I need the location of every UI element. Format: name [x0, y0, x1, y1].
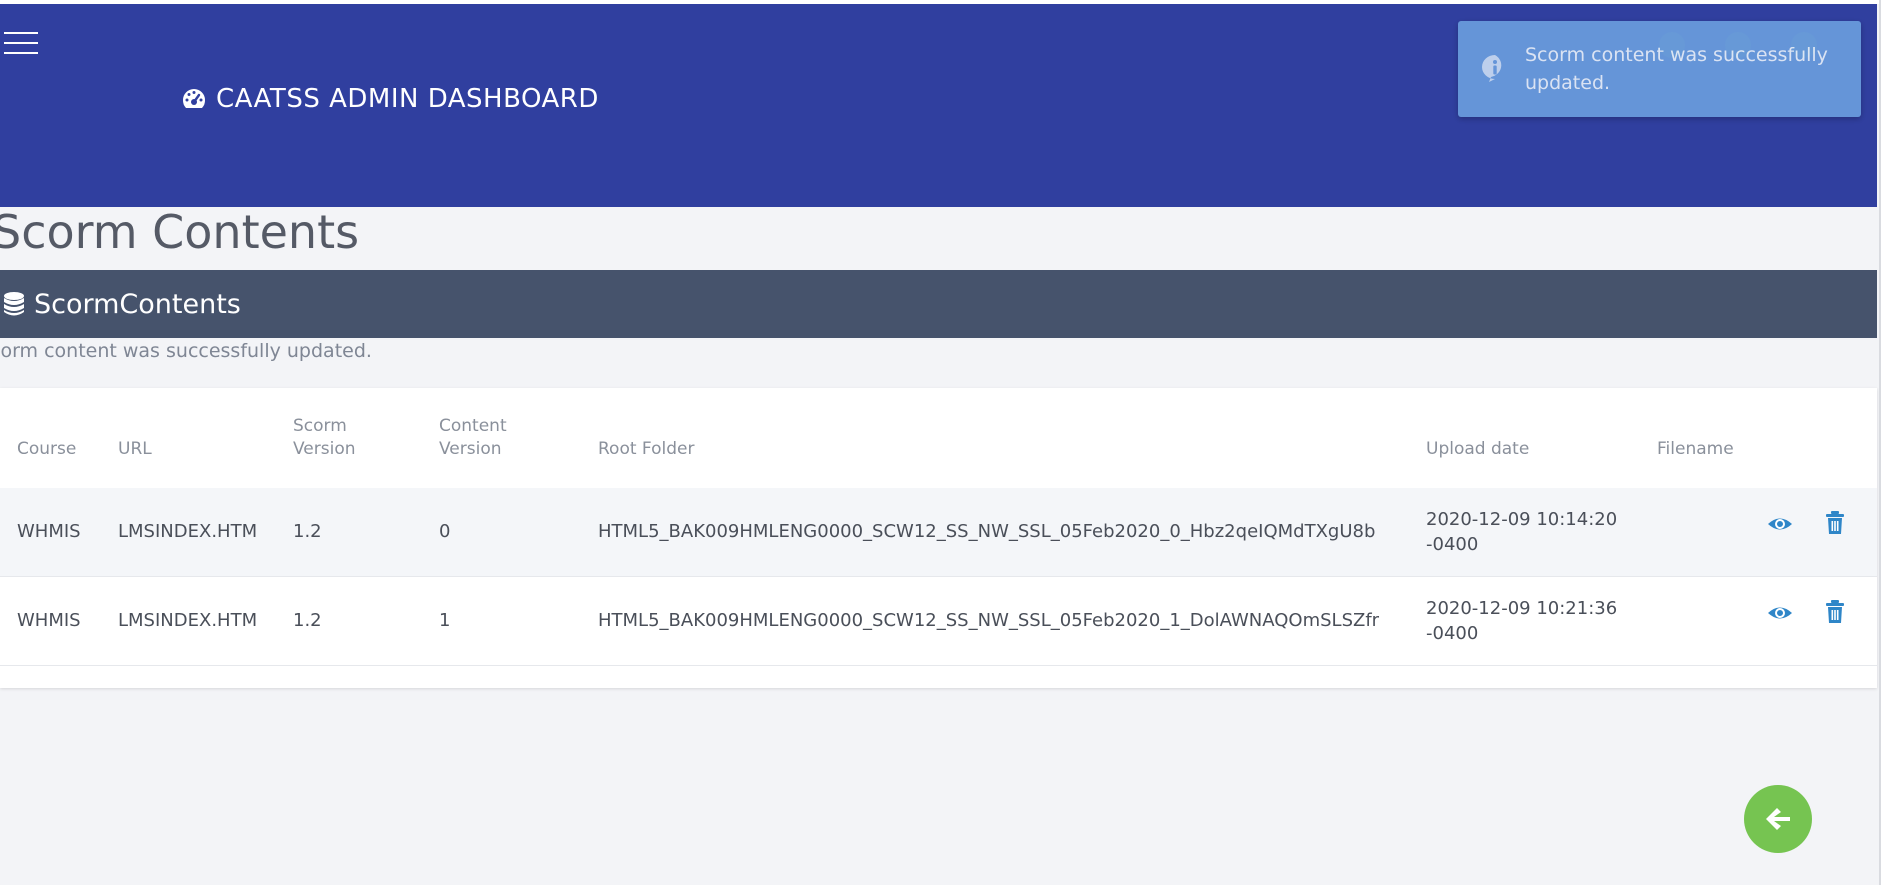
column-header-content-version-line2: Version: [439, 439, 502, 459]
table-header: Course URL Scorm Version Content Version…: [0, 388, 1877, 489]
toast-notification[interactable]: Scorm content was successfully updated.: [1458, 21, 1861, 117]
section-header: ScormContents: [0, 270, 1877, 338]
toast-message: Scorm content was successfully updated.: [1525, 44, 1828, 94]
column-header-root-folder[interactable]: Root Folder: [598, 438, 694, 461]
eye-icon[interactable]: [1766, 510, 1794, 538]
cell-course: WHMIS: [17, 610, 81, 631]
page-title: Scorm Contents: [0, 205, 360, 259]
column-header-url[interactable]: URL: [118, 438, 152, 461]
cell-root-folder: HTML5_BAK009HMLENG0000_SCW12_SS_NW_SSL_0…: [598, 521, 1376, 542]
column-header-upload-date[interactable]: Upload date: [1426, 438, 1529, 461]
cell-url: LMSINDEX.HTM: [118, 610, 258, 631]
database-icon: [4, 292, 24, 316]
column-header-scorm-version[interactable]: Scorm Version: [293, 415, 356, 461]
cell-root-folder: HTML5_BAK009HMLENG0000_SCW12_SS_NW_SSL_0…: [598, 610, 1380, 631]
back-button[interactable]: [1744, 785, 1812, 853]
trash-icon[interactable]: [1821, 598, 1849, 626]
trash-icon[interactable]: [1821, 509, 1849, 537]
column-header-content-version[interactable]: Content Version: [439, 415, 507, 461]
dashboard-icon: [182, 89, 206, 108]
scorm-contents-table: Course URL Scorm Version Content Version…: [0, 388, 1877, 688]
column-header-course[interactable]: Course: [17, 438, 76, 461]
cell-content-version: 1: [439, 610, 451, 631]
upload-date-offset: -0400: [1426, 534, 1479, 555]
upload-date-time: 2020-12-09 10:14:20: [1426, 509, 1618, 530]
column-header-scorm-version-line1: Scorm: [293, 416, 347, 436]
table-row: WHMIS LMSINDEX.HTM 1.2 0 HTML5_BAK009HML…: [0, 488, 1877, 577]
upload-date-offset: -0400: [1426, 623, 1479, 644]
flash-notice: corm content was successfully updated.: [0, 340, 372, 362]
upload-date-time: 2020-12-09 10:21:36: [1426, 598, 1618, 619]
column-header-scorm-version-line2: Version: [293, 439, 356, 459]
table-row: WHMIS LMSINDEX.HTM 1.2 1 HTML5_BAK009HML…: [0, 577, 1877, 666]
column-header-content-version-line1: Content: [439, 416, 507, 436]
hamburger-icon[interactable]: [4, 32, 38, 58]
header-title: CAATSS ADMIN DASHBOARD: [216, 84, 599, 114]
eye-icon[interactable]: [1766, 599, 1794, 627]
cell-course: WHMIS: [17, 521, 81, 542]
arrow-left-icon: [1766, 808, 1790, 830]
cell-scorm-version: 1.2: [293, 521, 322, 542]
cell-url: LMSINDEX.HTM: [118, 521, 258, 542]
info-icon: [1482, 55, 1502, 82]
column-header-filename[interactable]: Filename: [1657, 438, 1734, 461]
cell-upload-date: 2020-12-09 10:21:36 -0400: [1426, 596, 1617, 646]
cell-scorm-version: 1.2: [293, 610, 322, 631]
cell-content-version: 0: [439, 521, 451, 542]
section-title: ScormContents: [34, 288, 241, 320]
viewport: CAATSS ADMIN DASHBOARD Scorm content was…: [0, 0, 1879, 885]
cell-upload-date: 2020-12-09 10:14:20 -0400: [1426, 507, 1617, 557]
brand[interactable]: CAATSS ADMIN DASHBOARD: [180, 82, 599, 116]
